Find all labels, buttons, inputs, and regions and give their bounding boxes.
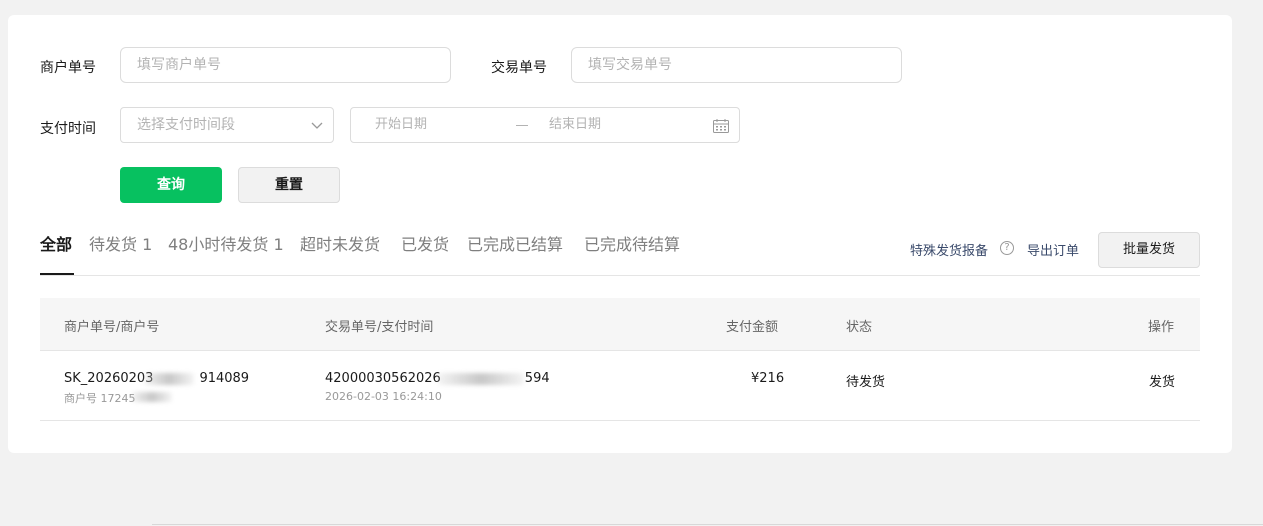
redaction-blur bbox=[438, 373, 524, 385]
tab-completed-pending-settlement[interactable]: 已完成待结算 bbox=[584, 233, 680, 257]
tab-48h-pending-shipment[interactable]: 48小时待发货 1 bbox=[168, 233, 284, 257]
tab-shipped[interactable]: 已发货 bbox=[401, 233, 449, 257]
question-circle-icon[interactable]: ? bbox=[1000, 241, 1014, 255]
date-range-separator bbox=[516, 125, 528, 126]
column-header-action: 操作 bbox=[1148, 320, 1175, 335]
table-row: SK_20260203 914089 商户号 17245 420000305620… bbox=[40, 352, 1200, 421]
chevron-down-icon bbox=[311, 122, 323, 129]
trade-no-tail: 594 bbox=[524, 371, 550, 386]
pay-time-select-placeholder: 选择支付时间段 bbox=[137, 117, 235, 133]
start-date-input[interactable]: 开始日期 bbox=[375, 108, 427, 142]
special-shipping-report-link[interactable]: 特殊发货报备 bbox=[910, 240, 988, 259]
tab-all[interactable]: 全部 bbox=[40, 233, 72, 257]
order-management-card: 商户单号 交易单号 支付时间 选择支付时间段 开始日期 结束日期 查询 重置 全… bbox=[8, 15, 1232, 453]
column-header-status: 状态 bbox=[846, 320, 873, 335]
merchant-order-no-head: SK_20260203 bbox=[64, 371, 154, 386]
column-header-merchant: 商户单号/商户号 bbox=[64, 320, 160, 335]
tab-pending-shipment[interactable]: 待发货 1 bbox=[89, 233, 152, 257]
tab-overdue-unshipped[interactable]: 超时未发货 bbox=[300, 233, 380, 257]
pay-amount: ¥216 bbox=[751, 371, 785, 386]
pay-time: 2026-02-03 16:24:10 bbox=[325, 390, 442, 403]
query-button[interactable]: 查询 bbox=[120, 167, 222, 203]
order-status: 待发货 bbox=[846, 375, 886, 390]
calendar-icon[interactable] bbox=[713, 119, 729, 133]
end-date-input[interactable]: 结束日期 bbox=[549, 108, 601, 142]
batch-ship-button[interactable]: 批量发货 bbox=[1098, 232, 1200, 268]
footer-divider bbox=[152, 524, 1263, 525]
column-header-amount: 支付金额 bbox=[726, 320, 779, 335]
merchant-order-no-label: 商户单号 bbox=[40, 60, 96, 76]
pay-time-label: 支付时间 bbox=[40, 121, 96, 137]
tab-completed-settled[interactable]: 已完成已结算 bbox=[467, 233, 563, 257]
redaction-blur bbox=[144, 373, 194, 385]
reset-button[interactable]: 重置 bbox=[238, 167, 340, 203]
trade-no-input[interactable] bbox=[571, 47, 902, 83]
merchant-order-no-input[interactable] bbox=[120, 47, 451, 83]
merchant-order-no-tail: 914089 bbox=[199, 371, 250, 386]
redaction-blur bbox=[132, 392, 172, 402]
export-orders-link[interactable]: 导出订单 bbox=[1027, 240, 1079, 259]
date-range-picker[interactable]: 开始日期 结束日期 bbox=[350, 107, 740, 143]
merchant-id: 商户号 17245 bbox=[64, 392, 136, 405]
orders-table-header: 商户单号/商户号 交易单号/支付时间 支付金额 状态 操作 bbox=[40, 298, 1200, 351]
pay-time-range-select[interactable]: 选择支付时间段 bbox=[120, 107, 334, 143]
trade-no-label: 交易单号 bbox=[491, 60, 547, 76]
tabs-divider bbox=[40, 275, 1200, 276]
trade-no-head: 42000030562026 bbox=[325, 371, 441, 386]
column-header-trade: 交易单号/支付时间 bbox=[325, 320, 434, 335]
ship-action-link[interactable]: 发货 bbox=[1149, 371, 1175, 390]
